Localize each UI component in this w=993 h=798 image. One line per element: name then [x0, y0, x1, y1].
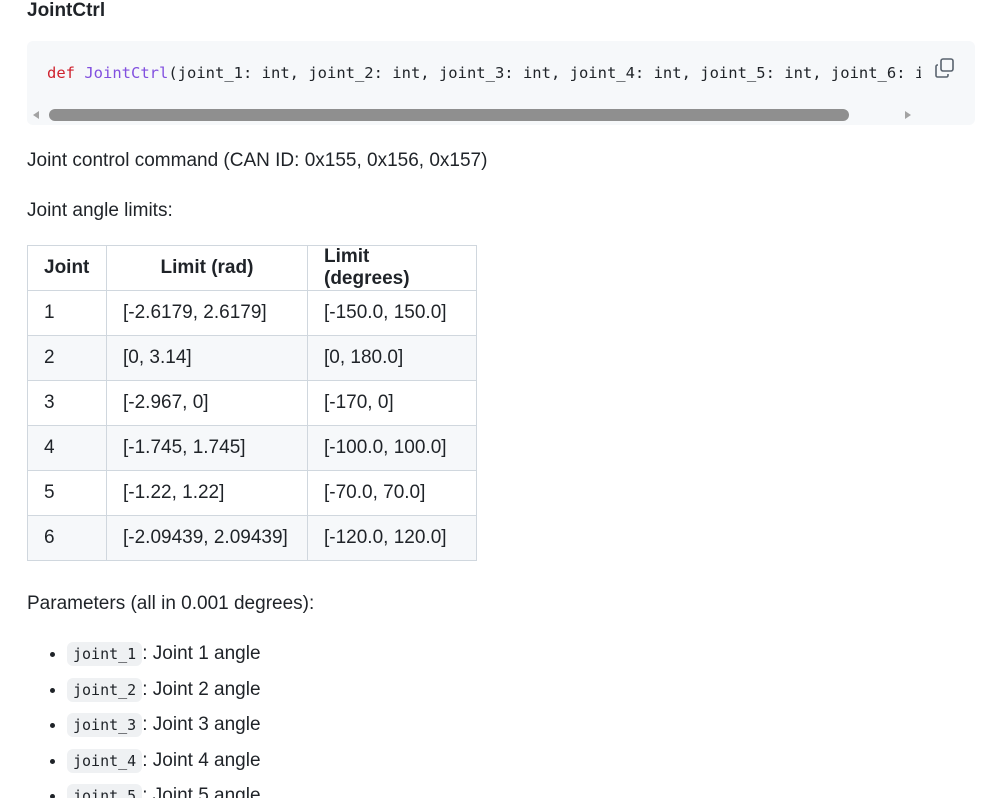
param-description: : Joint 1 angle [142, 643, 261, 664]
table-row: 1 [-2.6179, 2.6179] [-150.0, 150.0] [27, 290, 477, 336]
code-block: def JointCtrl(joint_1: int, joint_2: int… [27, 41, 975, 125]
cell-joint: 4 [27, 425, 107, 471]
copy-button[interactable] [931, 55, 959, 83]
param-description: : Joint 2 angle [142, 678, 261, 700]
table-row: 6 [-2.09439, 2.09439] [-120.0, 120.0] [27, 515, 477, 561]
section-heading: JointCtrl [27, 0, 106, 21]
joint-limits-table: Joint Limit (rad) Limit (degrees) 1 [-2.… [27, 245, 477, 561]
cell-limit-degrees: [0, 180.0] [307, 335, 477, 381]
table-row: 3 [-2.967, 0] [-170, 0] [27, 380, 477, 426]
document-page: JointCtrl def JointCtrl(joint_1: int, jo… [0, 0, 993, 798]
code-function-name: JointCtrl [84, 64, 169, 82]
cell-joint: 6 [27, 515, 107, 561]
limits-intro-text: Joint angle limits: [27, 200, 173, 221]
cell-limit-degrees: [-70.0, 70.0] [307, 470, 477, 516]
param-description: : Joint 5 angle [142, 785, 261, 798]
cell-joint: 1 [27, 290, 107, 336]
table-row: 4 [-1.745, 1.745] [-100.0, 100.0] [27, 425, 477, 471]
cell-limit-rad: [-1.745, 1.745] [106, 425, 308, 471]
param-code: joint_5 [67, 784, 143, 798]
param-description: : Joint 4 angle [142, 749, 261, 771]
list-item: joint_4: Joint 4 angle [67, 743, 261, 779]
cell-limit-degrees: [-170, 0] [307, 380, 477, 426]
cell-limit-rad: [-2.09439, 2.09439] [106, 515, 308, 561]
table-row: 2 [0, 3.14] [0, 180.0] [27, 335, 477, 381]
code-line: def JointCtrl(joint_1: int, joint_2: int… [47, 63, 921, 83]
description-text: Joint control command (CAN ID: 0x155, 0x… [27, 150, 488, 171]
params-list: joint_1: Joint 1 angle joint_2: Joint 2 … [27, 636, 261, 798]
cell-limit-rad: [-2.967, 0] [106, 380, 308, 426]
list-item: joint_2: Joint 2 angle [67, 672, 261, 708]
horizontal-scrollbar[interactable] [27, 107, 921, 123]
scroll-right-arrow-icon[interactable] [905, 111, 911, 119]
cell-joint: 2 [27, 335, 107, 381]
code-signature: (joint_1: int, joint_2: int, joint_3: in… [168, 64, 921, 82]
cell-limit-rad: [-1.22, 1.22] [106, 470, 308, 516]
cell-joint: 5 [27, 470, 107, 516]
param-code: joint_4 [67, 748, 143, 773]
param-code: joint_2 [67, 677, 143, 702]
header-joint: Joint [27, 245, 107, 291]
code-keyword: def [47, 64, 75, 82]
params-intro-text: Parameters (all in 0.001 degrees): [27, 593, 315, 614]
cell-joint: 3 [27, 380, 107, 426]
copy-icon [935, 58, 954, 78]
list-item: joint_1: Joint 1 angle [67, 636, 261, 672]
cell-limit-degrees: [-150.0, 150.0] [307, 290, 477, 336]
list-item: joint_5: Joint 5 angle [67, 778, 261, 798]
param-code: joint_3 [67, 713, 143, 738]
table-header-row: Joint Limit (rad) Limit (degrees) [27, 245, 477, 291]
table-row: 5 [-1.22, 1.22] [-70.0, 70.0] [27, 470, 477, 516]
param-code: joint_1 [67, 642, 143, 666]
scroll-left-arrow-icon[interactable] [33, 111, 39, 119]
cell-limit-rad: [-2.6179, 2.6179] [106, 290, 308, 336]
header-limit-degrees: Limit (degrees) [307, 245, 477, 291]
param-description: : Joint 3 angle [142, 714, 261, 736]
header-limit-rad: Limit (rad) [106, 245, 308, 291]
cell-limit-degrees: [-100.0, 100.0] [307, 425, 477, 471]
cell-limit-rad: [0, 3.14] [106, 335, 308, 381]
list-item: joint_3: Joint 3 angle [67, 707, 261, 743]
cell-limit-degrees: [-120.0, 120.0] [307, 515, 477, 561]
scrollbar-thumb[interactable] [49, 109, 849, 121]
